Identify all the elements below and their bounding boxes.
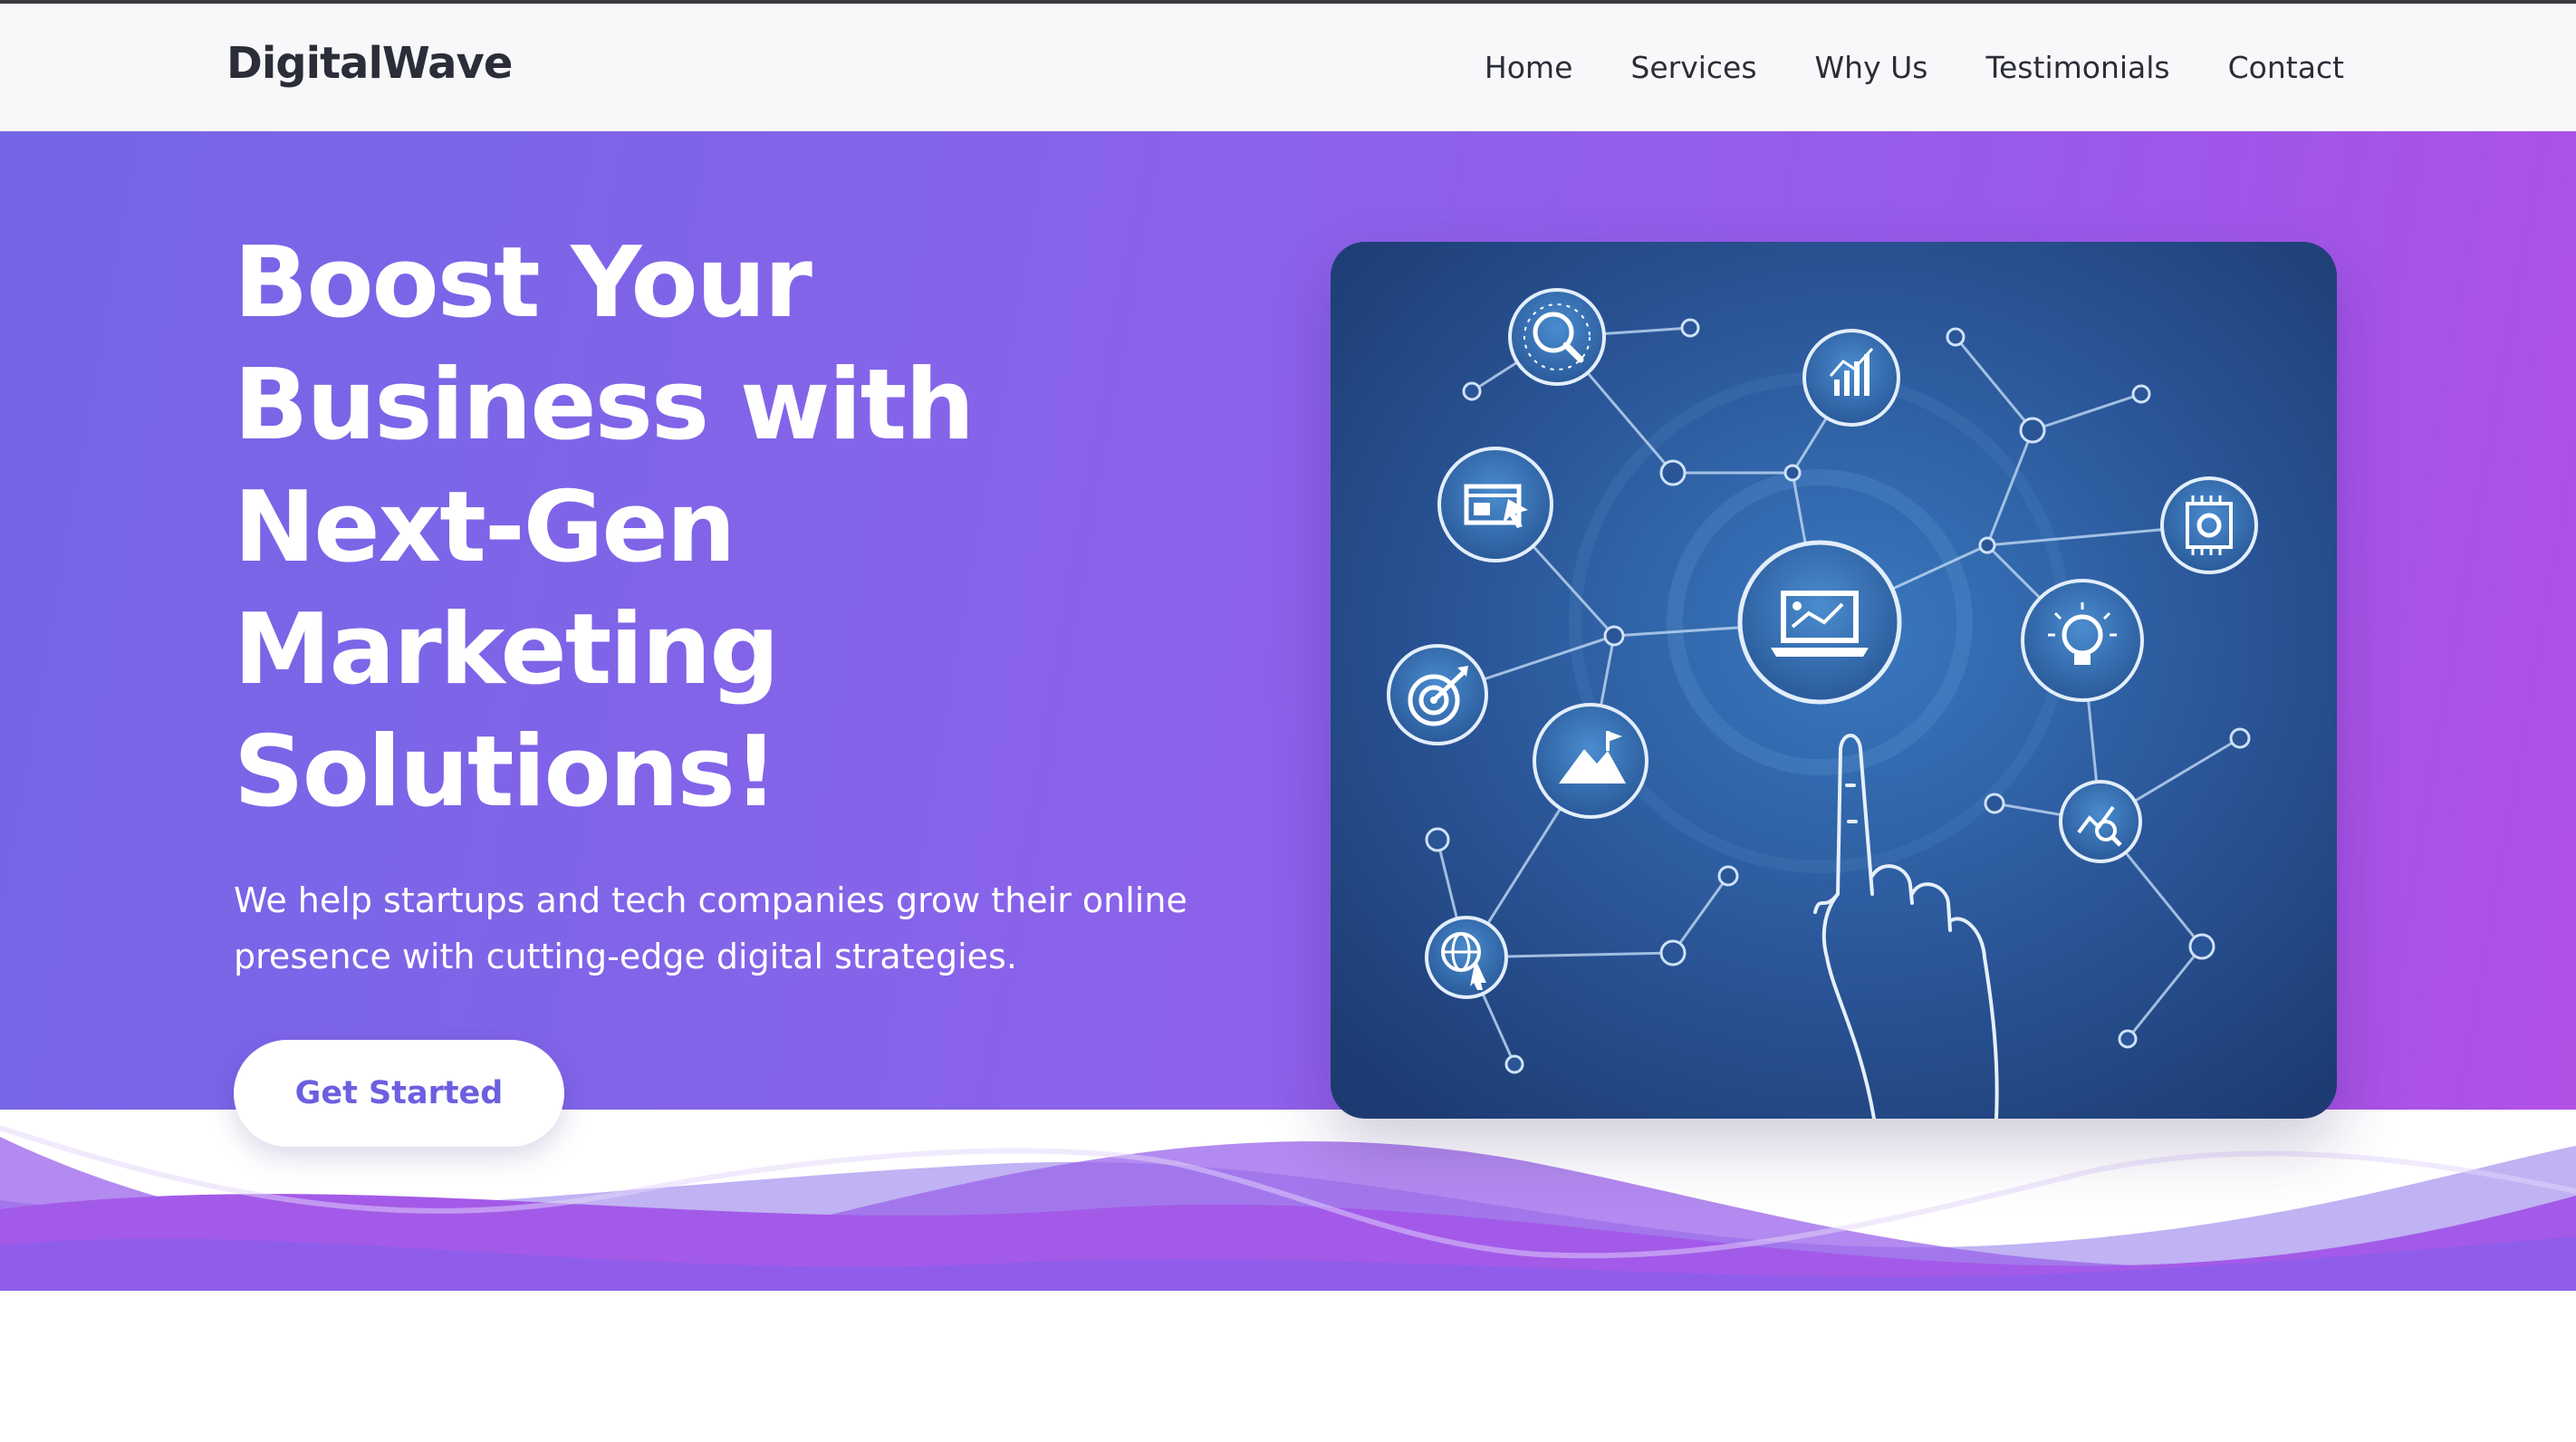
globe-cursor-icon [1425,916,1508,999]
headline-line: Next-Gen [234,471,736,584]
logo[interactable]: DigitalWave [226,38,513,89]
target-icon [1387,644,1488,745]
nav-why-us[interactable]: Why Us [1815,50,1928,85]
hero-headline: Boost Your Business with Next-Gen Market… [234,222,1230,833]
chip-gear-icon [2160,476,2258,574]
hero-subtext: We help startups and tech companies grow… [234,872,1248,985]
mountain-flag-icon [1533,703,1648,819]
hero-illustration [1331,242,2337,1119]
lightbulb-gear-icon [2021,579,2144,702]
get-started-button[interactable]: Get Started [234,1040,564,1147]
site-header: DigitalWave Home Services Why Us Testimo… [0,4,2576,131]
headline-line: Business with [234,349,975,462]
subtext-line: We help startups and tech companies grow… [234,880,1187,920]
nav-contact[interactable]: Contact [2228,50,2344,85]
headline-line: Solutions! [234,716,778,829]
analytics-icon [1802,329,1900,427]
magnifier-chart-icon [1508,288,1606,386]
chart-search-icon [2059,780,2142,863]
subtext-line: presence with cutting-edge digital strat… [234,937,1017,976]
headline-line: Marketing [234,593,780,707]
laptop-presentation-icon [1737,540,1902,705]
hero-section: Boost Your Business with Next-Gen Market… [0,131,2576,1291]
browser-ad-icon [1437,447,1553,562]
nav-home[interactable]: Home [1485,50,1572,85]
main-nav: Home Services Why Us Testimonials Contac… [1485,4,2344,131]
nav-testimonials[interactable]: Testimonials [1985,50,2169,85]
nav-services[interactable]: Services [1630,50,1756,85]
headline-line: Boost Your [234,226,812,340]
